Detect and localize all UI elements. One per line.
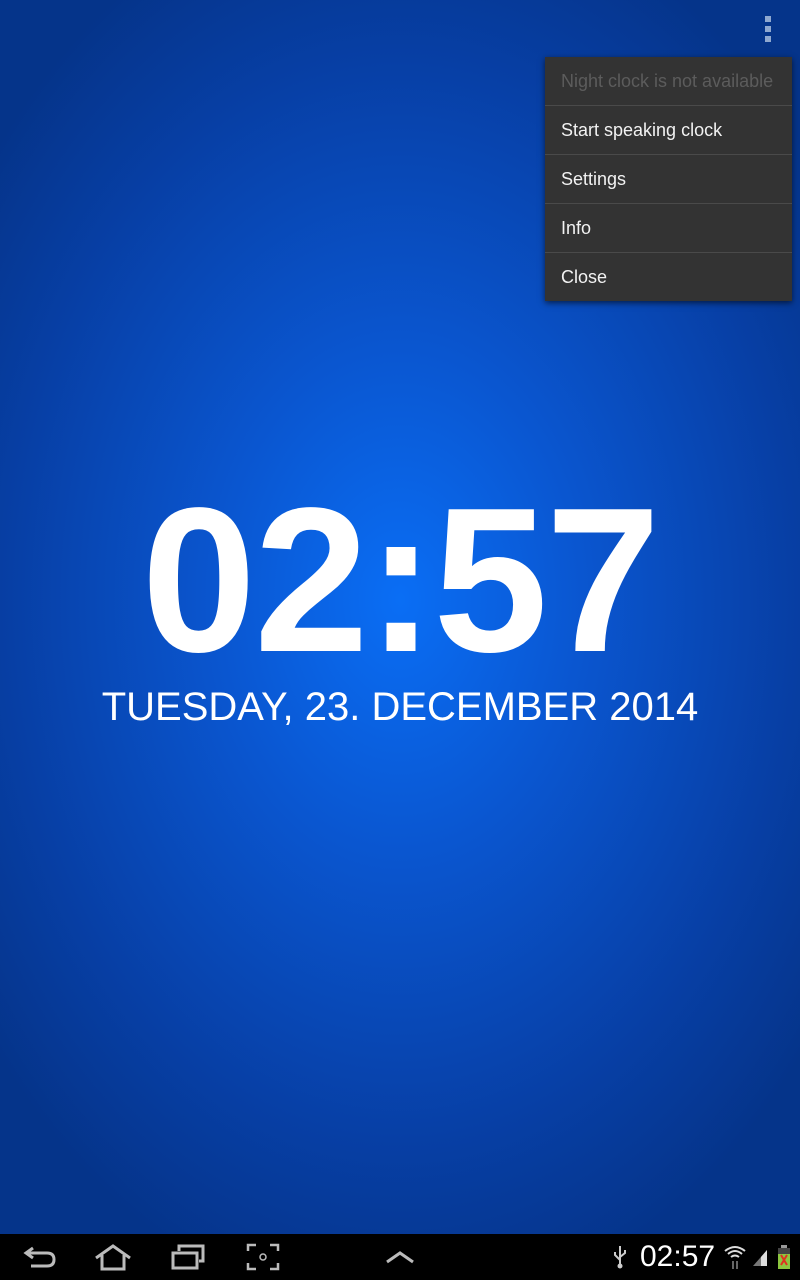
- menu-item-info[interactable]: Info: [545, 204, 792, 253]
- signal-icon: [753, 1250, 767, 1266]
- overflow-dot: [765, 36, 771, 42]
- clock-time: 02:57: [141, 465, 661, 695]
- up-chevron-button[interactable]: [380, 1234, 420, 1280]
- menu-item-start-speaking-clock[interactable]: Start speaking clock: [545, 106, 792, 155]
- status-time: 02:57: [640, 1240, 716, 1273]
- up-chevron-icon: [386, 1251, 414, 1264]
- back-button[interactable]: [18, 1234, 62, 1280]
- overflow-menu-button[interactable]: [760, 16, 776, 42]
- clock-date: TUESDAY, 23. DECEMBER 2014: [101, 685, 699, 729]
- usb-status: [610, 1234, 630, 1280]
- battery-status: [774, 1234, 794, 1280]
- wifi-status: [722, 1234, 748, 1280]
- system-bar: 02:57: [0, 1234, 800, 1280]
- screenshot-icon: [246, 1243, 280, 1271]
- signal-status: [750, 1234, 770, 1280]
- menu-item-close[interactable]: Close: [545, 253, 792, 301]
- recent-apps-button[interactable]: [166, 1234, 210, 1280]
- usb-icon: [614, 1246, 626, 1269]
- menu-item-night-clock: Night clock is not available: [545, 57, 792, 106]
- screenshot-button[interactable]: [242, 1234, 284, 1280]
- back-icon: [23, 1246, 56, 1268]
- overflow-dot: [765, 26, 771, 32]
- recent-apps-icon: [171, 1244, 205, 1270]
- home-icon: [95, 1244, 131, 1271]
- wifi-icon: [724, 1246, 746, 1269]
- battery-icon: [778, 1245, 790, 1269]
- options-menu: Night clock is not available Start speak…: [545, 57, 792, 301]
- home-button[interactable]: [90, 1234, 136, 1280]
- overflow-dot: [765, 16, 771, 22]
- menu-item-settings[interactable]: Settings: [545, 155, 792, 204]
